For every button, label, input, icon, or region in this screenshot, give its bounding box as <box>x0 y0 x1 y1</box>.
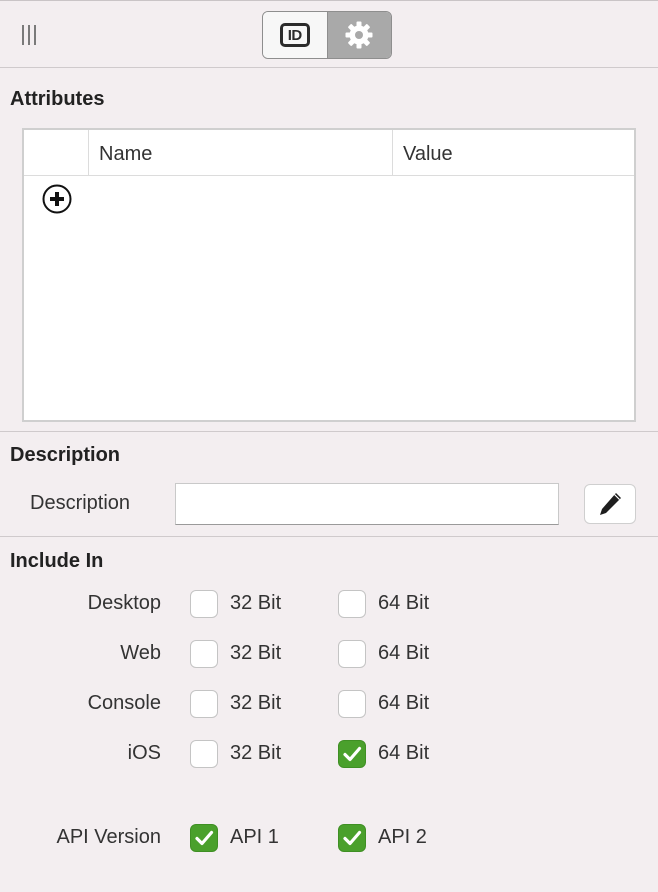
web-64bit-checkbox[interactable] <box>338 640 366 668</box>
console-64bit-checkbox[interactable] <box>338 690 366 718</box>
add-attribute-button[interactable] <box>42 184 72 214</box>
attributes-table-header: Name Value <box>24 130 634 176</box>
settings-inspector-button[interactable] <box>327 12 391 58</box>
desktop-64bit-label: 64 Bit <box>378 592 430 614</box>
ios-64bit-checkbox[interactable] <box>338 740 366 768</box>
section-divider <box>0 536 658 537</box>
api-1-label: API 1 <box>230 826 279 848</box>
checkmark-icon <box>343 830 362 846</box>
section-divider <box>0 431 658 432</box>
web-32bit-label: 32 Bit <box>230 642 282 664</box>
api-2-checkbox[interactable] <box>338 824 366 852</box>
platform-label-desktop: Desktop <box>87 592 161 614</box>
pencil-icon <box>600 493 621 515</box>
desktop-64bit-checkbox[interactable] <box>338 590 366 618</box>
gear-icon <box>345 21 373 49</box>
id-card-icon: ID <box>279 23 310 47</box>
checkmark-icon <box>343 746 362 762</box>
ios-32bit-checkbox[interactable] <box>190 740 218 768</box>
checkmark-icon <box>195 830 214 846</box>
api-1-checkbox[interactable] <box>190 824 218 852</box>
inspector-toolbar: ID <box>0 0 658 68</box>
id-inspector-button[interactable]: ID <box>263 12 328 58</box>
column-header-value[interactable]: Value <box>392 130 636 176</box>
console-32bit-checkbox[interactable] <box>190 690 218 718</box>
plus-circle-icon <box>42 184 72 214</box>
vertical-grip-icon[interactable] <box>22 25 36 45</box>
platform-label-ios: iOS <box>127 742 161 764</box>
include-in-section-title: Include In <box>10 550 104 572</box>
attributes-table[interactable]: Name Value <box>22 128 636 422</box>
ios-64bit-label: 64 Bit <box>378 742 430 764</box>
column-header-blank <box>24 130 88 176</box>
ios-32bit-label: 32 Bit <box>230 742 282 764</box>
console-64bit-label: 64 Bit <box>378 692 430 714</box>
inspector-mode-segmented-control: ID <box>262 11 392 59</box>
api-2-label: API 2 <box>378 826 427 848</box>
description-section-title: Description <box>10 444 121 466</box>
description-field-label: Description <box>30 492 131 514</box>
web-64bit-label: 64 Bit <box>378 642 430 664</box>
web-32bit-checkbox[interactable] <box>190 640 218 668</box>
platform-label-console: Console <box>87 692 161 714</box>
attributes-section-title: Attributes <box>10 88 105 110</box>
desktop-32bit-checkbox[interactable] <box>190 590 218 618</box>
desktop-32bit-label: 32 Bit <box>230 592 282 614</box>
api-version-label: API Version <box>56 826 161 848</box>
platform-label-web: Web <box>120 642 161 664</box>
edit-description-button[interactable] <box>584 484 636 524</box>
console-32bit-label: 32 Bit <box>230 692 282 714</box>
description-input[interactable] <box>175 483 559 525</box>
column-header-name[interactable]: Name <box>88 130 392 176</box>
